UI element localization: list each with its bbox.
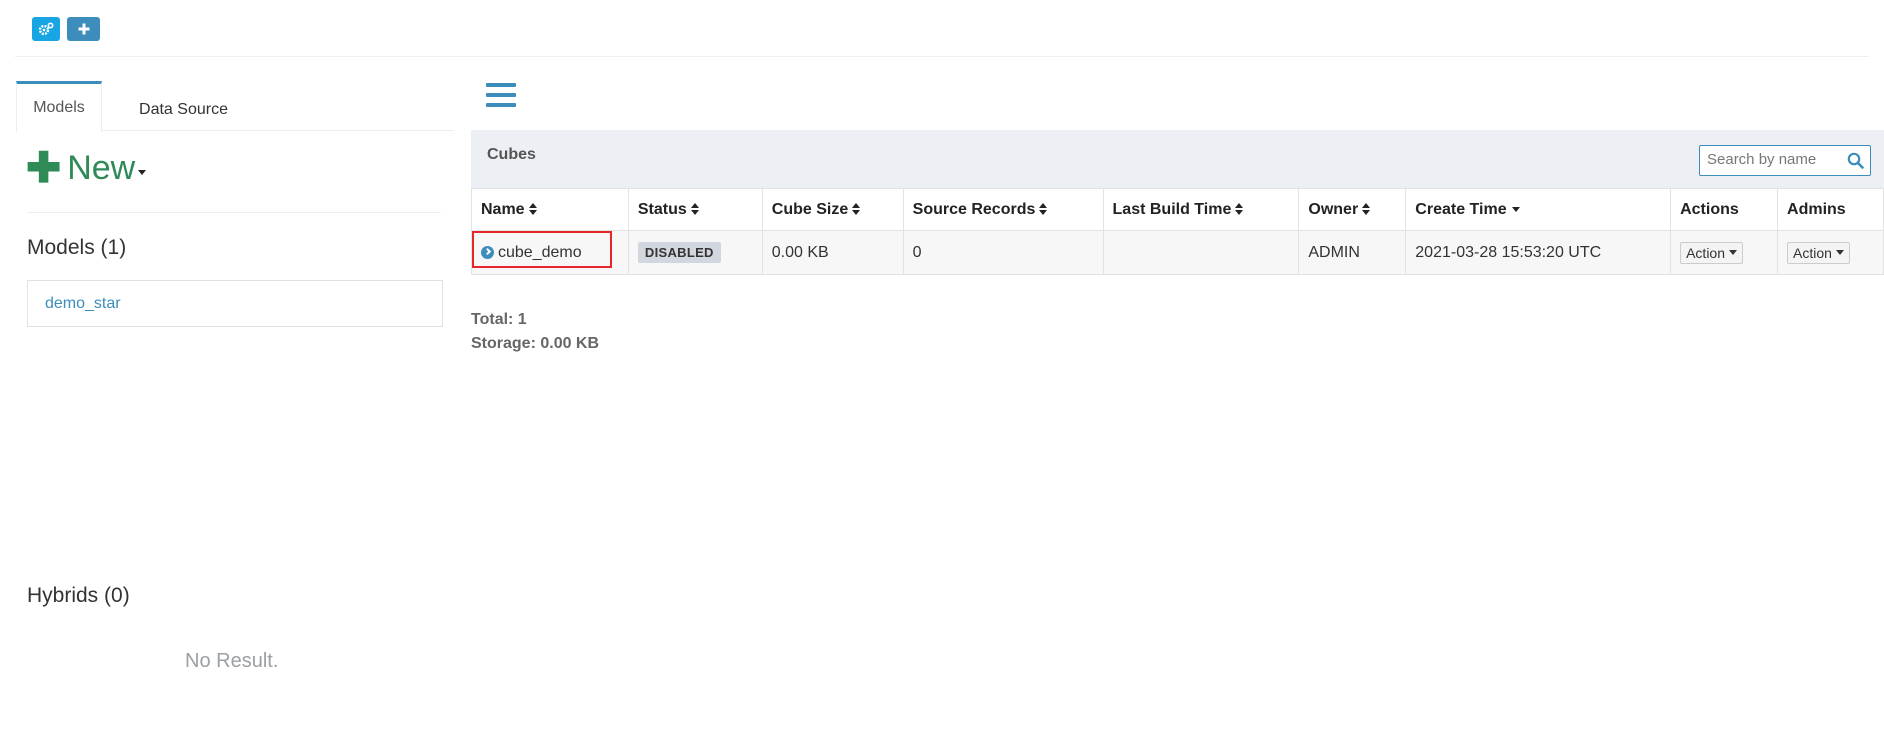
sort-icon [852, 203, 861, 216]
sort-icon [1362, 203, 1371, 216]
tab-models[interactable]: Models [16, 81, 102, 132]
no-result-text: No Result. [185, 650, 279, 672]
table-row: cube_demo DISABLED 0.00 KB 0 ADMIN 2021-… [471, 230, 1884, 275]
total-count: Total: 1 [471, 311, 527, 328]
sort-icon [1235, 203, 1244, 216]
col-header-owner[interactable]: Owner [1298, 188, 1407, 231]
col-header-cube-size[interactable]: Cube Size [761, 188, 904, 231]
col-header-last-build-time[interactable]: Last Build Time [1102, 188, 1300, 231]
col-header-create-time[interactable]: Create Time [1405, 188, 1672, 231]
gears-icon [38, 22, 54, 36]
menu-toggle-icon[interactable] [486, 83, 516, 109]
cubes-table: Name Status Cube Size Source Records Las… [471, 188, 1884, 275]
caret-down-icon [1835, 250, 1844, 255]
hybrids-heading: Hybrids (0) [27, 584, 130, 607]
admin-action-dropdown-button[interactable]: Action [1787, 241, 1850, 264]
left-tabbar: Models Data Source [16, 81, 454, 134]
cube-name[interactable]: cube_demo [498, 244, 582, 261]
cube-name-cell[interactable]: cube_demo [471, 230, 629, 275]
caret-down-icon [1729, 250, 1738, 255]
action-dropdown-button[interactable]: Action [1680, 241, 1744, 264]
models-heading: Models (1) [27, 236, 127, 259]
owner-cell: ADMIN [1298, 230, 1407, 275]
source-records-cell: 0 [902, 230, 1104, 275]
storage-total: Storage: 0.00 KB [471, 335, 600, 352]
status-badge: DISABLED [637, 242, 721, 263]
col-header-source-records[interactable]: Source Records [902, 188, 1104, 231]
sort-icon [690, 203, 699, 216]
search-box [1699, 145, 1871, 176]
status-cell: DISABLED [627, 230, 763, 275]
caret-down-icon [138, 169, 147, 175]
model-item-demo-star[interactable]: demo_star [45, 295, 121, 313]
search-icon[interactable] [1847, 152, 1864, 169]
tab-data-source[interactable]: Data Source [111, 85, 256, 134]
plus-icon: ✚ [26, 144, 62, 191]
col-header-admins: Admins [1777, 188, 1884, 231]
search-input[interactable] [1700, 146, 1854, 173]
col-header-actions: Actions [1670, 188, 1779, 231]
table-header-row: Name Status Cube Size Source Records Las… [471, 188, 1884, 231]
top-divider [15, 56, 1869, 57]
gears-button[interactable] [32, 17, 60, 41]
expand-icon[interactable] [481, 245, 494, 259]
sort-desc-icon [1511, 206, 1520, 212]
admins-cell: Action [1777, 230, 1884, 275]
cube-size-cell: 0.00 KB [761, 230, 904, 275]
actions-cell: Action [1670, 230, 1779, 275]
plus-icon [78, 23, 89, 35]
new-button[interactable]: ✚ New [26, 144, 147, 191]
create-time-cell: 2021-03-28 15:53:20 UTC [1405, 230, 1672, 275]
new-button-label: New [67, 149, 136, 187]
cubes-title: Cubes [487, 146, 536, 163]
last-build-time-cell [1102, 230, 1300, 275]
sort-icon [1039, 203, 1048, 216]
cubes-header: Cubes [471, 130, 1884, 188]
add-button[interactable] [67, 17, 100, 41]
col-header-status[interactable]: Status [627, 188, 763, 231]
models-list: demo_star [27, 280, 443, 327]
divider [27, 212, 441, 213]
sort-icon [528, 203, 537, 216]
col-header-name[interactable]: Name [471, 188, 629, 231]
